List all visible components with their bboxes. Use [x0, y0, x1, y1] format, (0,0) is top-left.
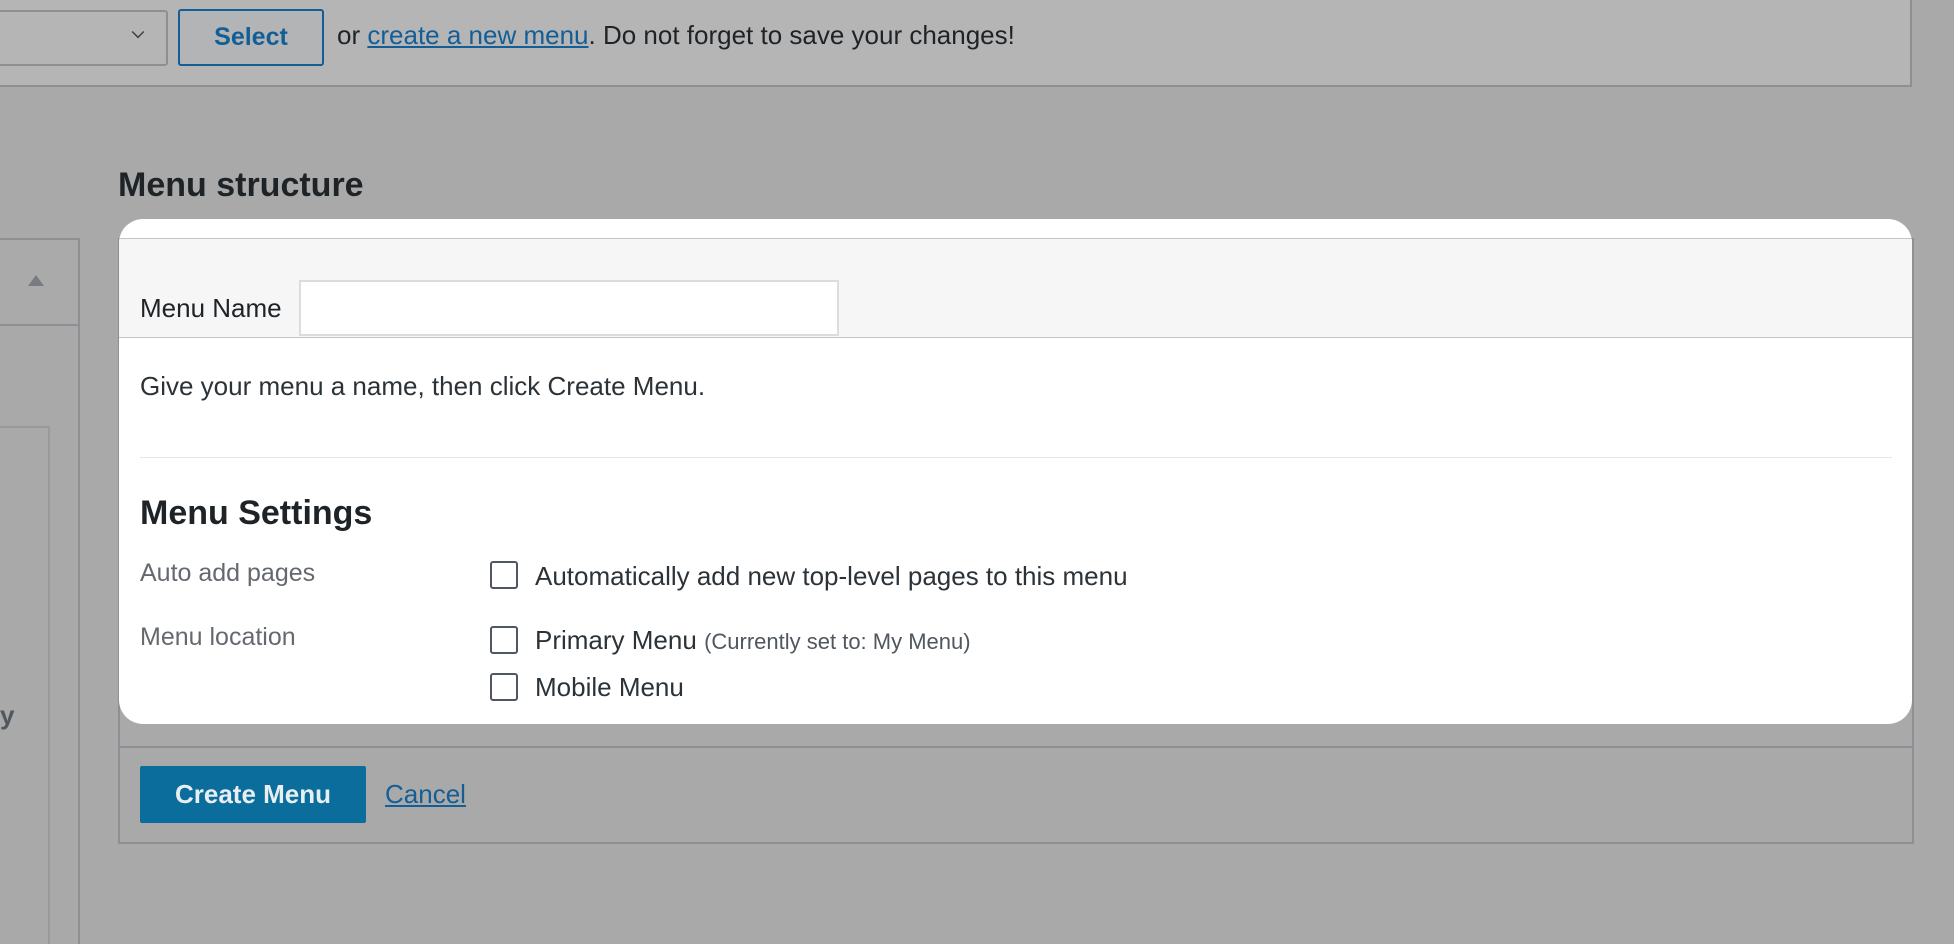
menu-location-label: Menu location	[140, 623, 296, 651]
create-menu-button[interactable]: Create Menu	[140, 766, 366, 823]
page-title: Menu structure	[118, 166, 364, 204]
select-instructions: or create a new menu. Do not forget to s…	[337, 20, 1015, 51]
accordion-header[interactable]	[0, 240, 78, 326]
menu-select-dropdown[interactable]	[0, 10, 168, 66]
auto-add-pages-label: Auto add pages	[140, 559, 316, 587]
primary-menu-checkbox[interactable]	[490, 626, 518, 654]
menu-editor-card: Menu Name Give your menu a name, then cl…	[119, 219, 1912, 724]
create-new-menu-link[interactable]: create a new menu	[367, 20, 588, 50]
menu-name-header: Menu Name	[119, 238, 1912, 338]
mobile-menu-label: Mobile Menu	[535, 672, 684, 702]
menu-name-input[interactable]	[299, 280, 839, 336]
footer-divider	[120, 746, 1912, 748]
mobile-menu-checkbox[interactable]	[490, 673, 518, 701]
auto-add-pages-option[interactable]: Automatically add new top-level pages to…	[535, 561, 1128, 592]
sidebar-partial-label: y	[0, 700, 15, 730]
menu-settings-title: Menu Settings	[140, 494, 373, 532]
primary-menu-option[interactable]: Primary Menu (Currently set to: My Menu)	[535, 625, 971, 656]
add-menu-items-panel	[0, 238, 80, 944]
menu-name-label: Menu Name	[140, 293, 282, 323]
primary-menu-label: Primary Menu	[535, 625, 697, 655]
chevron-down-icon	[131, 25, 145, 39]
collapse-arrow-icon[interactable]	[28, 275, 44, 286]
accordion-content	[0, 426, 50, 944]
cancel-link[interactable]: Cancel	[385, 779, 466, 810]
select-button[interactable]: Select	[178, 9, 324, 66]
select-prefix: or	[337, 20, 361, 50]
mobile-menu-option[interactable]: Mobile Menu	[535, 672, 684, 703]
divider	[140, 457, 1892, 458]
create-menu-hint: Give your menu a name, then click Create…	[140, 371, 706, 401]
primary-menu-note: (Currently set to: My Menu)	[704, 629, 971, 654]
auto-add-pages-checkbox[interactable]	[490, 561, 518, 589]
select-suffix: . Do not forget to save your changes!	[588, 20, 1015, 50]
